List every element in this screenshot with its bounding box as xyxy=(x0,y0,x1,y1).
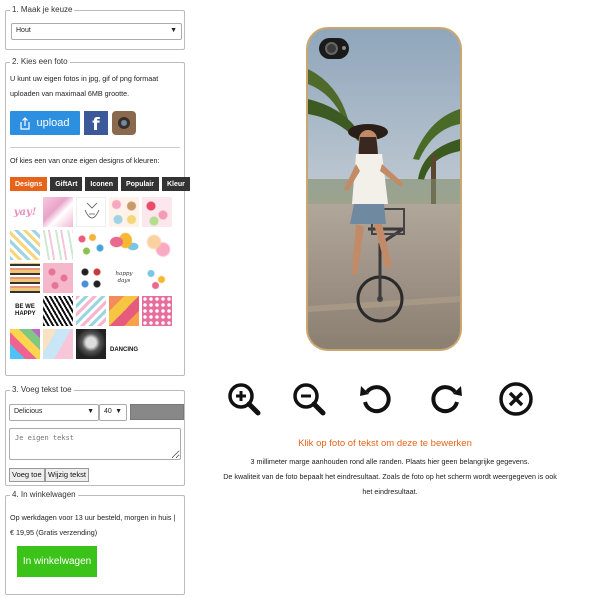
design-grid: yay! happy days BE WE HAPPY DANCING xyxy=(10,197,172,359)
design-tile-feathers[interactable] xyxy=(43,230,73,260)
step1-panel: 1. Maak je keuze Hout ▼ xyxy=(5,5,185,50)
design-tile-happy-days[interactable]: happy days xyxy=(109,263,139,293)
size-select-value: 40 xyxy=(104,408,112,415)
add-to-cart-button[interactable]: In winkelwagen xyxy=(17,546,97,577)
tile-yay-text: yay! xyxy=(13,206,37,218)
design-tile-world-map[interactable] xyxy=(109,230,139,260)
quality-note-end: het eindresultaat. xyxy=(362,487,418,496)
tab-iconen[interactable]: Iconen xyxy=(85,177,118,191)
delete-icon[interactable] xyxy=(497,380,535,418)
material-select-value: Hout xyxy=(16,27,31,34)
design-tile-dancing[interactable]: DANCING xyxy=(109,329,139,359)
instagram-icon[interactable] xyxy=(112,111,136,135)
zoom-in-icon[interactable] xyxy=(225,380,263,418)
design-tile-aztec[interactable] xyxy=(10,263,40,293)
design-tile-color-triangles[interactable] xyxy=(10,329,40,359)
font-select-value: Delicious xyxy=(14,408,43,415)
step2-title: 2. Kies een foto xyxy=(10,57,70,66)
text-input[interactable] xyxy=(9,428,181,460)
tile-dancing-text: DANCING xyxy=(110,347,138,353)
design-tile-yay[interactable]: yay! xyxy=(10,197,40,227)
design-tile-zebra[interactable] xyxy=(43,296,73,326)
zoom-out-icon[interactable] xyxy=(290,380,328,418)
step3-panel: 3. Voeg tekst toe Delicious ▼ 40 ▼ Voeg … xyxy=(5,385,185,486)
design-tile-pink-hearts[interactable] xyxy=(43,263,73,293)
design-tabs: Designs GiftArt Iconen Populair Kleur xyxy=(10,177,190,191)
design-tile-triangles[interactable] xyxy=(109,296,139,326)
upload-intro: U kunt uw eigen fotos in jpg, gif of png… xyxy=(10,74,159,98)
rotate-left-icon[interactable] xyxy=(357,380,395,418)
editor-toolbar xyxy=(225,380,555,420)
upload-button[interactable]: upload xyxy=(10,111,80,135)
design-tile-birds[interactable] xyxy=(142,263,172,293)
design-tile-sweets[interactable] xyxy=(142,197,172,227)
margin-note: 3 millimeter marge aanhouden rond alle r… xyxy=(250,457,530,466)
size-select[interactable]: 40 ▼ xyxy=(99,404,127,421)
design-tile-line-art[interactable] xyxy=(76,197,106,227)
chevron-down-icon: ▼ xyxy=(115,408,122,415)
designs-intro: Of kies een van onze eigen designs of kl… xyxy=(10,156,160,165)
step1-title: 1. Maak je keuze xyxy=(10,5,75,14)
tab-populair[interactable]: Populair xyxy=(120,177,159,191)
design-tile-donuts[interactable] xyxy=(109,197,139,227)
divider xyxy=(10,147,180,148)
delivery-info: Op werkdagen voor 13 uur besteld, morgen… xyxy=(10,513,176,537)
design-tile-pink-chevron[interactable] xyxy=(76,296,106,326)
tile-happy-days-text: happy days xyxy=(115,271,133,284)
design-tile-sunglasses[interactable] xyxy=(76,263,106,293)
design-tile-pink-quote[interactable] xyxy=(43,197,73,227)
design-tile-hearts-watercolor[interactable] xyxy=(142,230,172,260)
step2-panel: 2. Kies een foto U kunt uw eigen fotos i… xyxy=(5,57,190,376)
chevron-down-icon: ▼ xyxy=(170,27,177,34)
upload-label: upload xyxy=(36,117,70,129)
design-tile-bw-photo[interactable] xyxy=(76,329,106,359)
camera-cutout xyxy=(319,38,349,59)
tab-kleur[interactable]: Kleur xyxy=(161,177,190,191)
design-tile-colorful-drops[interactable] xyxy=(76,230,106,260)
edit-hint: Klik op foto of tekst om deze te bewerke… xyxy=(298,438,472,449)
upload-icon xyxy=(20,116,31,130)
design-tile-pink-dots[interactable] xyxy=(142,296,172,326)
step4-title: 4. In winkelwagen xyxy=(10,490,78,499)
add-text-button[interactable]: Voeg toe xyxy=(9,468,45,482)
material-select[interactable]: Hout ▼ xyxy=(11,23,182,40)
font-select[interactable]: Delicious ▼ xyxy=(9,404,99,421)
tile-we-happy-text: BE WE HAPPY xyxy=(15,304,36,317)
step3-title: 3. Voeg tekst toe xyxy=(10,385,74,394)
edit-text-button[interactable]: Wijzig tekst xyxy=(45,468,89,482)
tab-giftart[interactable]: GiftArt xyxy=(50,177,83,191)
design-tile-pastel-geometric[interactable] xyxy=(43,329,73,359)
rotate-right-icon[interactable] xyxy=(427,380,465,418)
phone-photo[interactable] xyxy=(308,29,460,349)
facebook-icon[interactable]: f xyxy=(84,111,108,135)
design-tile-pastel-lines[interactable] xyxy=(10,230,40,260)
chevron-down-icon: ▼ xyxy=(87,408,94,415)
color-picker[interactable] xyxy=(130,404,184,420)
design-tile-we-happy[interactable]: BE WE HAPPY xyxy=(10,296,40,326)
quality-note: De kwaliteit van de foto bepaalt het ein… xyxy=(223,472,557,481)
phone-case-preview[interactable] xyxy=(306,27,462,351)
step4-panel: 4. In winkelwagen Op werkdagen voor 13 u… xyxy=(5,490,185,595)
tab-designs[interactable]: Designs xyxy=(10,177,48,191)
